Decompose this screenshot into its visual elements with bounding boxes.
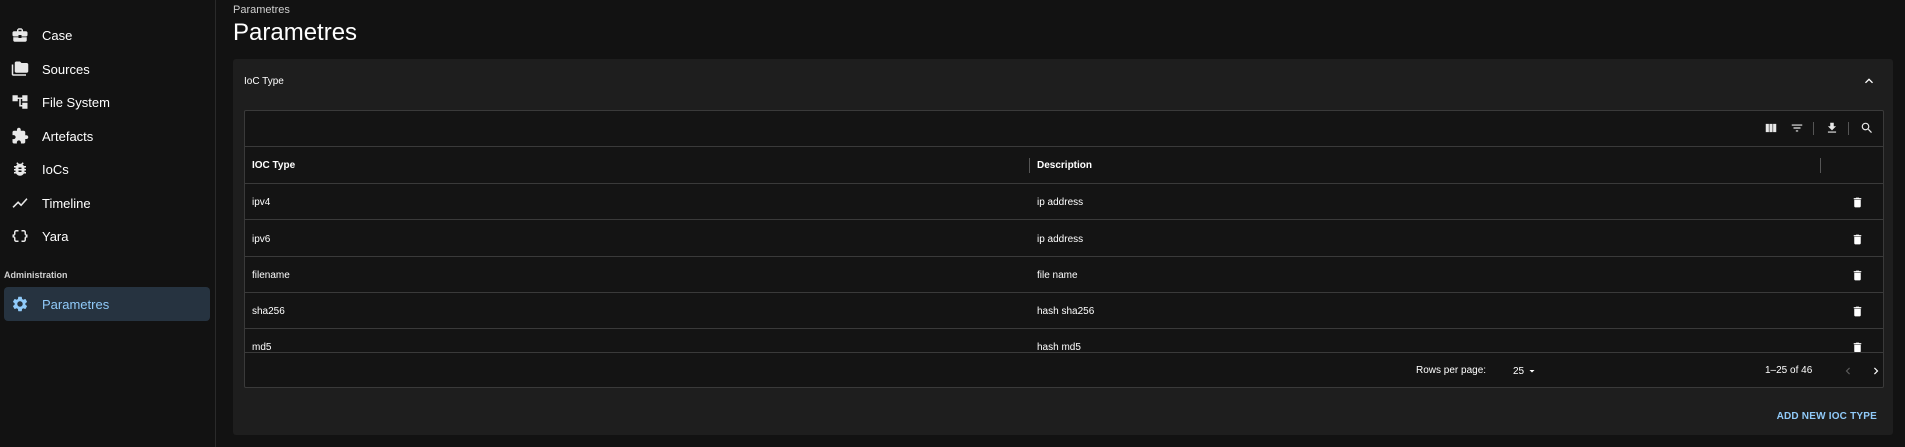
ioc-type-table: IOC Type Description ipv4 ip address ipv…: [244, 110, 1884, 388]
cell-description: ip address: [1037, 233, 1084, 245]
delete-icon[interactable]: [1849, 194, 1865, 210]
rows-per-page-label: Rows per page:: [1416, 365, 1487, 376]
filter-list-icon[interactable]: [1789, 120, 1805, 136]
sidebar-item-label: Parametres: [42, 296, 110, 312]
table-row[interactable]: md5 hash md5: [245, 329, 1883, 352]
table-row[interactable]: ipv6 ip address: [245, 221, 1883, 257]
cell-description: ip address: [1037, 196, 1084, 208]
table-row[interactable]: sha256 hash sha256: [245, 293, 1883, 329]
bug-icon: [10, 159, 30, 179]
view-columns-icon[interactable]: [1763, 120, 1779, 136]
chevron-up-icon[interactable]: [1861, 73, 1877, 89]
breadcrumb: Parametres: [233, 4, 290, 16]
sidebar-item-artefacts[interactable]: Artefacts: [4, 119, 210, 153]
sidebar-item-label: Yara: [42, 228, 69, 244]
sidebar: Case Sources File System Artefacts IoCs …: [0, 0, 216, 447]
cell-ioc-type: filename: [252, 269, 290, 281]
table-row[interactable]: filename file name: [245, 257, 1883, 293]
toolbar-divider: [1848, 122, 1849, 135]
delete-icon[interactable]: [1849, 303, 1865, 319]
sidebar-item-case[interactable]: Case: [4, 18, 210, 52]
sidebar-item-label: Sources: [42, 61, 90, 77]
table-row[interactable]: ipv4 ip address: [245, 184, 1883, 220]
column-separator[interactable]: [1820, 158, 1821, 173]
table-toolbar: [245, 111, 1883, 146]
toolbar-divider: [1813, 122, 1814, 135]
page-title: Parametres: [233, 19, 358, 46]
cell-description: hash sha256: [1037, 305, 1095, 317]
cell-ioc-type: ipv4: [252, 196, 271, 208]
sidebar-section-header: Administration: [4, 270, 68, 280]
cell-ioc-type: md5: [252, 341, 272, 353]
briefcase-icon: [10, 25, 30, 45]
sidebar-item-yara[interactable]: Yara: [4, 219, 210, 253]
data-object-icon: [10, 226, 30, 246]
panel-title: IoC Type: [244, 75, 284, 87]
account-tree-icon: [10, 92, 30, 112]
sidebar-item-label: File System: [42, 94, 110, 110]
sidebar-item-file-system[interactable]: File System: [4, 85, 210, 119]
sidebar-item-parametres[interactable]: Parametres: [4, 287, 210, 321]
sidebar-item-iocs[interactable]: IoCs: [4, 152, 210, 186]
table-pagination: Rows per page: 25 1–25 of 46: [245, 352, 1883, 387]
sidebar-item-label: Timeline: [42, 195, 91, 211]
cell-description: file name: [1037, 269, 1078, 281]
column-header-description[interactable]: Description: [1037, 147, 1092, 183]
cell-ioc-type: sha256: [252, 305, 285, 317]
column-separator[interactable]: [1029, 158, 1030, 173]
cell-ioc-type: ipv6: [252, 233, 271, 245]
pagination-range: 1–25 of 46: [1765, 365, 1813, 376]
add-ioc-type-button[interactable]: ADD NEW IOC TYPE: [1777, 411, 1877, 422]
delete-icon[interactable]: [1849, 267, 1865, 283]
sidebar-item-timeline[interactable]: Timeline: [4, 186, 210, 220]
table-body: ipv4 ip address ipv6 ip address filename…: [245, 184, 1883, 352]
panel-header[interactable]: IoC Type: [233, 59, 1893, 103]
table-header: IOC Type Description: [245, 146, 1883, 184]
sidebar-item-label: IoCs: [42, 161, 69, 177]
rows-per-page-value: 25: [1513, 365, 1525, 377]
puzzle-icon: [10, 126, 30, 146]
cell-description: hash md5: [1037, 341, 1081, 353]
sidebar-item-label: Case: [42, 27, 73, 43]
download-icon[interactable]: [1824, 120, 1840, 136]
column-header-ioc-type[interactable]: IOC Type: [252, 147, 295, 183]
folders-icon: [10, 59, 30, 79]
previous-page-icon[interactable]: [1840, 363, 1856, 379]
next-page-icon[interactable]: [1868, 363, 1883, 379]
gear-icon: [10, 294, 30, 314]
delete-icon[interactable]: [1849, 339, 1865, 352]
rows-per-page-select[interactable]: 25: [1513, 363, 1538, 379]
search-icon[interactable]: [1859, 120, 1875, 136]
ioc-type-panel: IoC Type IOC Type Description ipv4 ip ad…: [233, 59, 1893, 435]
sidebar-item-label: Artefacts: [42, 128, 94, 144]
delete-icon[interactable]: [1849, 231, 1865, 247]
timeline-icon: [10, 193, 30, 213]
sidebar-item-sources[interactable]: Sources: [4, 52, 210, 86]
caret-down-icon: [1529, 370, 1535, 373]
